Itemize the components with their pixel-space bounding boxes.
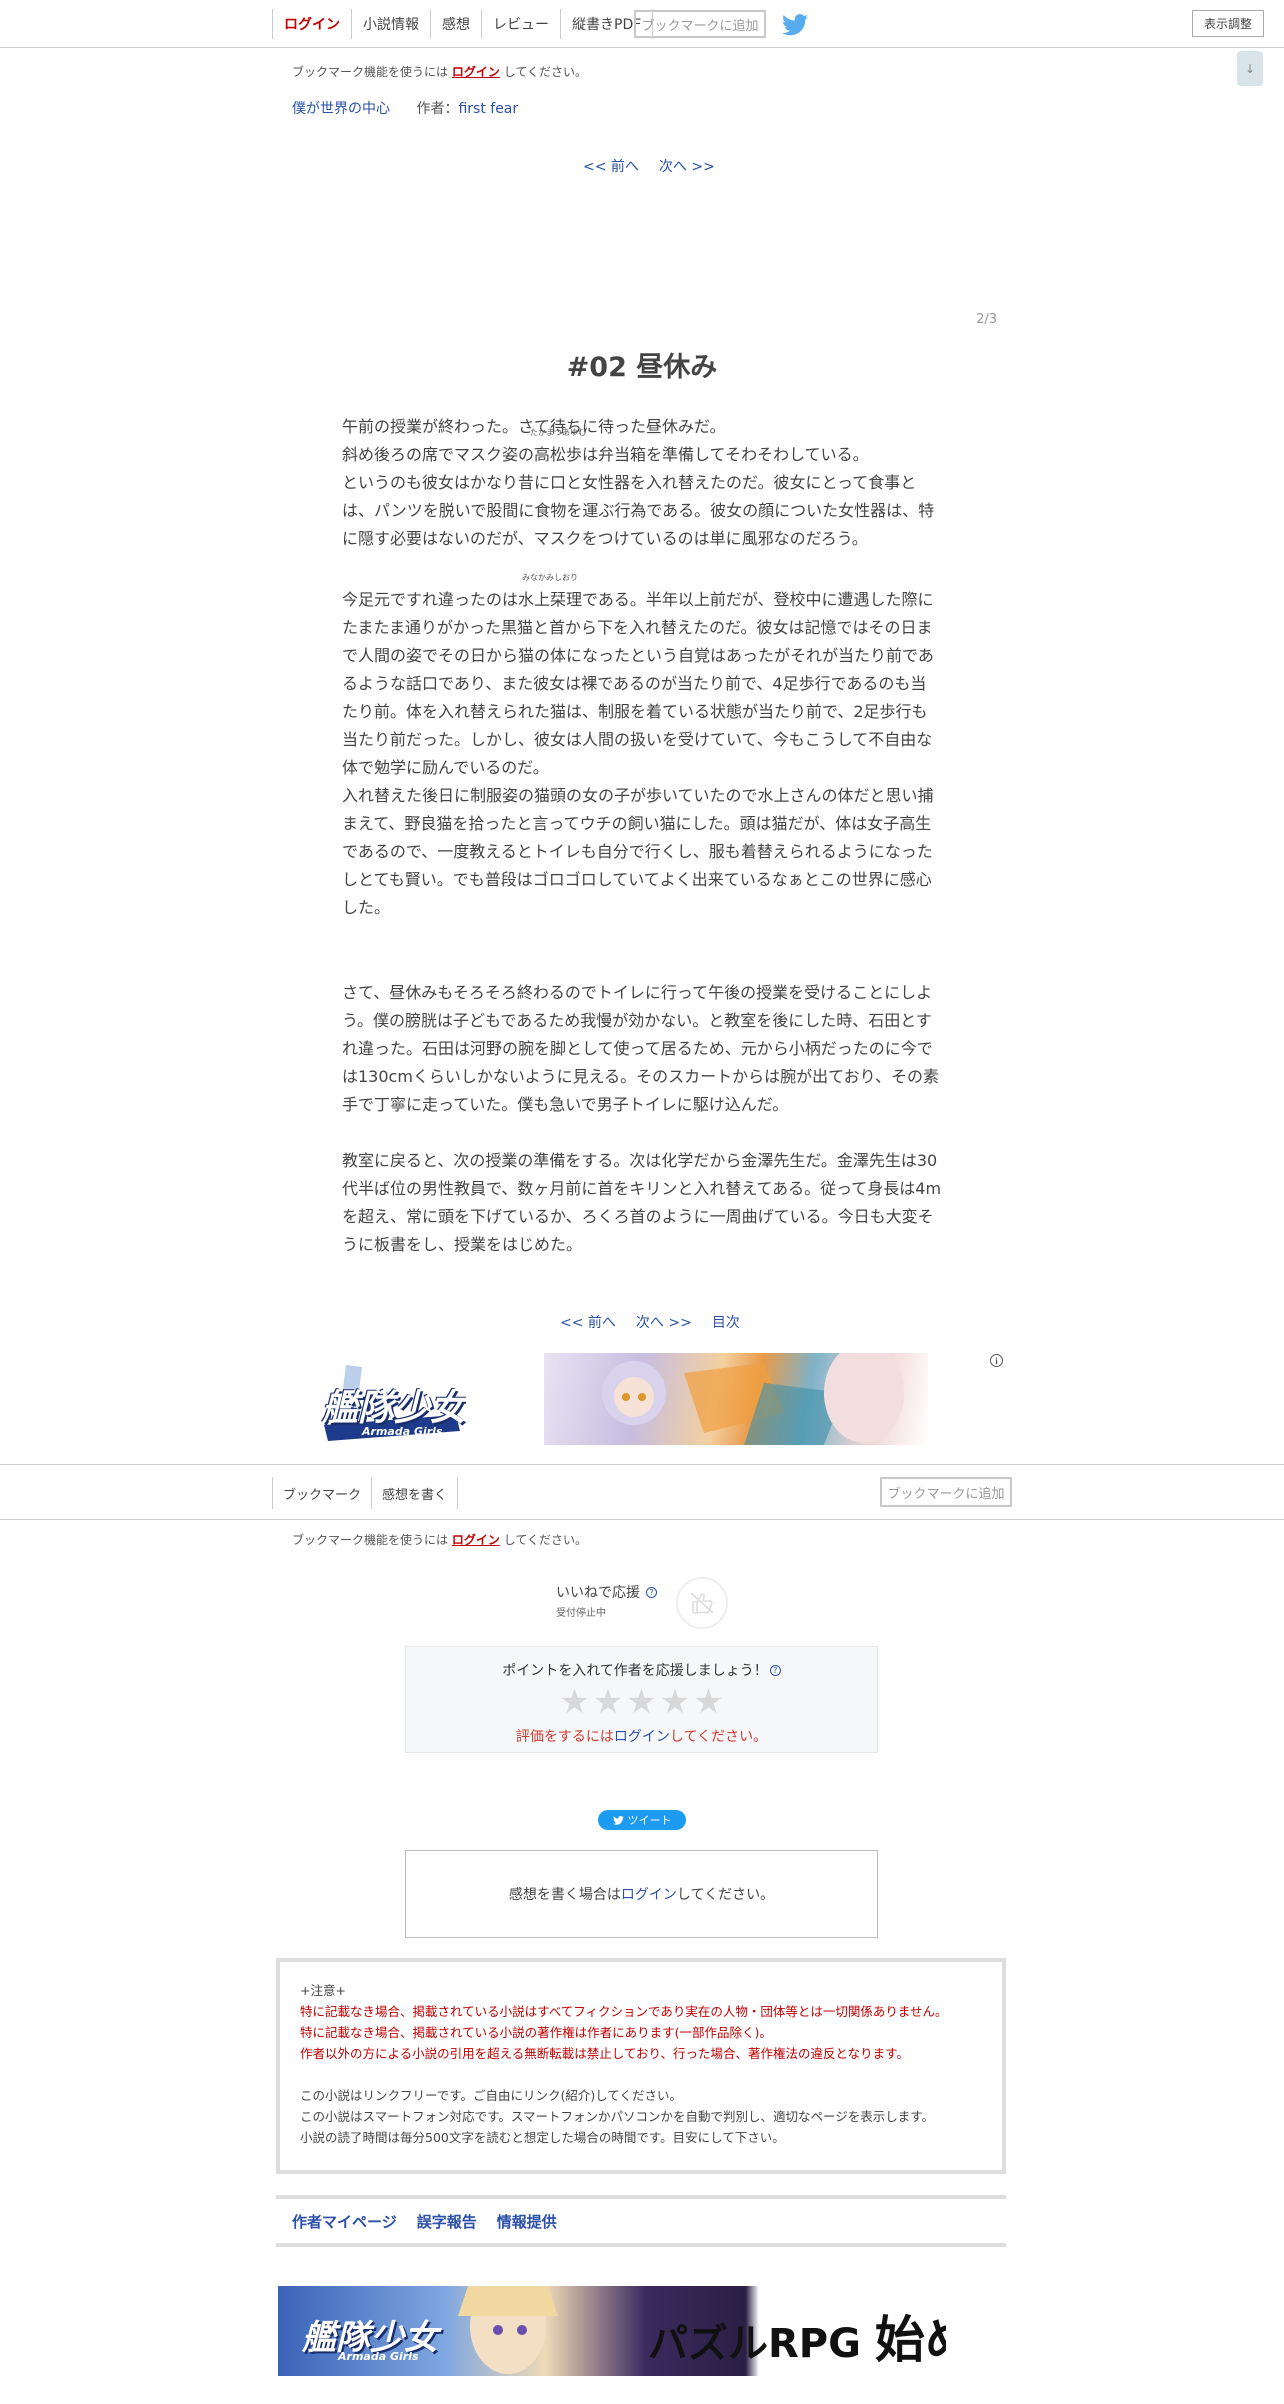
prev-link-top[interactable]: << 前へ — [583, 156, 639, 176]
like-label: いいねで応援 — [556, 1585, 640, 1601]
tweet-label: ツイート — [627, 1814, 672, 1827]
tab-write-impression[interactable]: 感想を書く — [371, 1477, 459, 1509]
bookmark-note-login-link[interactable]: ログイン — [452, 65, 500, 79]
help-icon[interactable]: ? — [646, 1587, 657, 1598]
tab-review[interactable]: レビュー — [481, 9, 560, 39]
body-line: 斜め後ろの席でマスク姿の たかまつあゆむ 高松歩は弁当箱を準備してそわそわしている。 — [342, 428, 942, 469]
points-help-icon[interactable]: ? — [769, 1665, 781, 1676]
ad-banner-logo[interactable]: 艦隊少女 Armada Girls — [316, 1355, 466, 1445]
like-button[interactable] — [676, 1577, 728, 1629]
star-rating: ★ ★ ★ ★ ★ — [406, 1684, 877, 1720]
ad2-tagline: パズルRPG 始める? — [648, 2311, 946, 2369]
tab-login[interactable]: ログイン — [272, 9, 351, 39]
star-icon[interactable]: ★ — [559, 1684, 589, 1720]
bookmark-login-note-bottom: ブックマーク機能を使うには ログイン してください。 — [292, 1533, 587, 1547]
points-login-note: 評価をするにはログインしてください。 — [515, 1729, 768, 1745]
add-bookmark-button[interactable]: ブックマークに追加 — [634, 10, 766, 38]
star-icon[interactable]: ★ — [593, 1684, 623, 1720]
bottom-navigation: ブックマーク 感想を書く ブックマークに追加 — [0, 1464, 1284, 1520]
toc-link[interactable]: 目次 — [712, 1312, 740, 1332]
author-mypage-link[interactable]: 作者マイページ — [292, 2211, 397, 2232]
points-title: ポイントを入れて作者を応援しましょう！ — [502, 1663, 768, 1679]
notice-line: 特に記載なき場合、掲載されている小説はすべてフィクションであり実在の人物・団体等… — [300, 2004, 948, 2019]
like-status: 受付停止中 — [556, 1608, 606, 1619]
author-label: 作者： — [416, 101, 459, 117]
body-paragraph-5: 教室に戻ると、次の授業の準備をする。次は化学だから金澤先生だ。金澤先生は30代半… — [342, 1151, 942, 1254]
typo-report-link[interactable]: 誤字報告 — [417, 2211, 477, 2232]
tab-impressions[interactable]: 感想 — [430, 9, 481, 39]
points-box: ポイントを入れて作者を応援しましょう！? ★ ★ ★ ★ ★ 評価をするにはログ… — [405, 1646, 878, 1753]
ad-banner-art[interactable] — [544, 1353, 928, 1445]
body-paragraph-1: 午前の授業が終わった。さて待ちに待った昼休みだ。 斜め後ろの席でマスク姿の たかま… — [342, 413, 942, 553]
points-login-link[interactable]: ログイン — [614, 1729, 670, 1745]
star-icon[interactable]: ★ — [626, 1684, 656, 1720]
ad-banner-bottom[interactable]: 艦隊少女 Armada Girls パズルRPG 始める? — [278, 2286, 946, 2376]
ad2-logo-sub: Armada Girls — [338, 2350, 419, 2363]
top-tabs: ログイン 小説情報 感想 レビュー 縦書きPDF — [272, 9, 654, 39]
twitter-bird-icon — [612, 1815, 624, 1825]
series-title-link[interactable]: 僕が世界の中心 — [292, 101, 390, 117]
chapter-title: #02 昼休み — [566, 352, 718, 383]
like-area: いいねで応援? 受付停止中 — [556, 1582, 657, 1619]
scroll-down-button[interactable]: ↓ — [1237, 51, 1263, 86]
author-link[interactable]: first fear — [458, 101, 518, 117]
bookmark-note-prefix: ブックマーク機能を使うには — [292, 65, 449, 79]
next-link-bottom[interactable]: 次へ >> — [636, 1312, 692, 1332]
thumbs-up-disabled-icon — [690, 1592, 714, 1614]
prev-link-bottom[interactable]: << 前へ — [560, 1312, 616, 1332]
comment-login-link[interactable]: ログイン — [621, 1884, 677, 1904]
pager-top: << 前へ 次へ >> — [583, 156, 715, 176]
ad-logo-sub: Armada Girls — [362, 1425, 443, 1438]
ad-info-icon[interactable]: i — [990, 1354, 1003, 1367]
body-paragraph-2: 今足元ですれ違ったのは みなかみしおり 水上栞理である。半年以上前だが、登校中に遭遇… — [342, 573, 942, 922]
series-line: 僕が世界の中心 作者：first fear — [292, 98, 518, 118]
footer-links: 作者マイページ 誤字報告 情報提供 — [276, 2195, 1006, 2247]
notice-line: この小説はスマートフォン対応です。スマートフォンかパソコンかを自動で判別し、適切… — [300, 2109, 935, 2124]
bookmark-note-login-link-bottom[interactable]: ログイン — [452, 1533, 500, 1547]
body-paragraph-4: さて、昼休みもそろそろ終わるのでトイレに行って午後の授業を受けることにしよう。僕… — [342, 983, 940, 1114]
tab-novel-info[interactable]: 小説情報 — [351, 9, 430, 39]
ad-logo-text: 艦隊少女 — [322, 1388, 466, 1429]
bookmark-note-suffix: してください。 — [503, 65, 587, 79]
next-link-top[interactable]: 次へ >> — [659, 156, 715, 176]
add-bookmark-button-bottom[interactable]: ブックマークに追加 — [880, 1477, 1012, 1507]
ruby-name-takamatsu: たかまつあゆむ 高松歩 — [530, 428, 587, 464]
notice-line: 小説の読了時間は毎分500文字を読むと想定した場合の時間です。目安にして下さい。 — [300, 2130, 785, 2145]
notice-line: この小説はリンクフリーです。ご自由にリンク(紹介)してください。 — [300, 2088, 683, 2103]
pager-bottom: << 前へ 次へ >> 目次 — [560, 1312, 740, 1332]
body-paragraph-3: 入れ替えた後日に制服姿の猫頭の女の子が歩いていたので水上さんの体だと思い捕まえて… — [342, 786, 934, 917]
star-icon[interactable]: ★ — [660, 1684, 690, 1720]
tweet-button[interactable]: ツイート — [598, 1810, 686, 1830]
notice-heading: +注意+ — [300, 1983, 346, 1998]
body-line: というのも彼女はかなり昔に口と女性器を入れ替えたのだ。彼女にとって食事とは、パン… — [342, 473, 935, 548]
notice-box: +注意+ 特に記載なき場合、掲載されている小説はすべてフィクションであり実在の人… — [276, 1958, 1006, 2174]
bottom-tabs: ブックマーク 感想を書く — [272, 1477, 459, 1509]
star-icon[interactable]: ★ — [693, 1684, 723, 1720]
notice-line: 作者以外の方による小説の引用を超える無断転載は禁止しており、行った場合、著作権法… — [300, 2046, 909, 2061]
tab-bookmark[interactable]: ブックマーク — [272, 1477, 371, 1509]
bookmark-login-note: ブックマーク機能を使うには ログイン してください。 — [292, 63, 587, 80]
body-line: 午前の授業が終わった。さて待ちに待った昼休みだ。 — [342, 417, 726, 436]
display-settings-button[interactable]: 表示調整 — [1192, 10, 1264, 37]
notice-line: 特に記載なき場合、掲載されている小説の著作権は作者にあります(一部作品除く)。 — [300, 2025, 772, 2040]
twitter-icon[interactable] — [782, 14, 808, 36]
ruby-name-minakami: みなかみしおり 水上栞理 — [518, 573, 583, 609]
top-navigation: ログイン 小説情報 感想 レビュー 縦書きPDF ブックマークに追加 表示調整 — [0, 0, 1284, 48]
info-provide-link[interactable]: 情報提供 — [497, 2211, 557, 2232]
page-count: 2/3 — [976, 312, 997, 327]
comment-login-box: 感想を書く場合は ログイン してください。 — [405, 1850, 878, 1938]
